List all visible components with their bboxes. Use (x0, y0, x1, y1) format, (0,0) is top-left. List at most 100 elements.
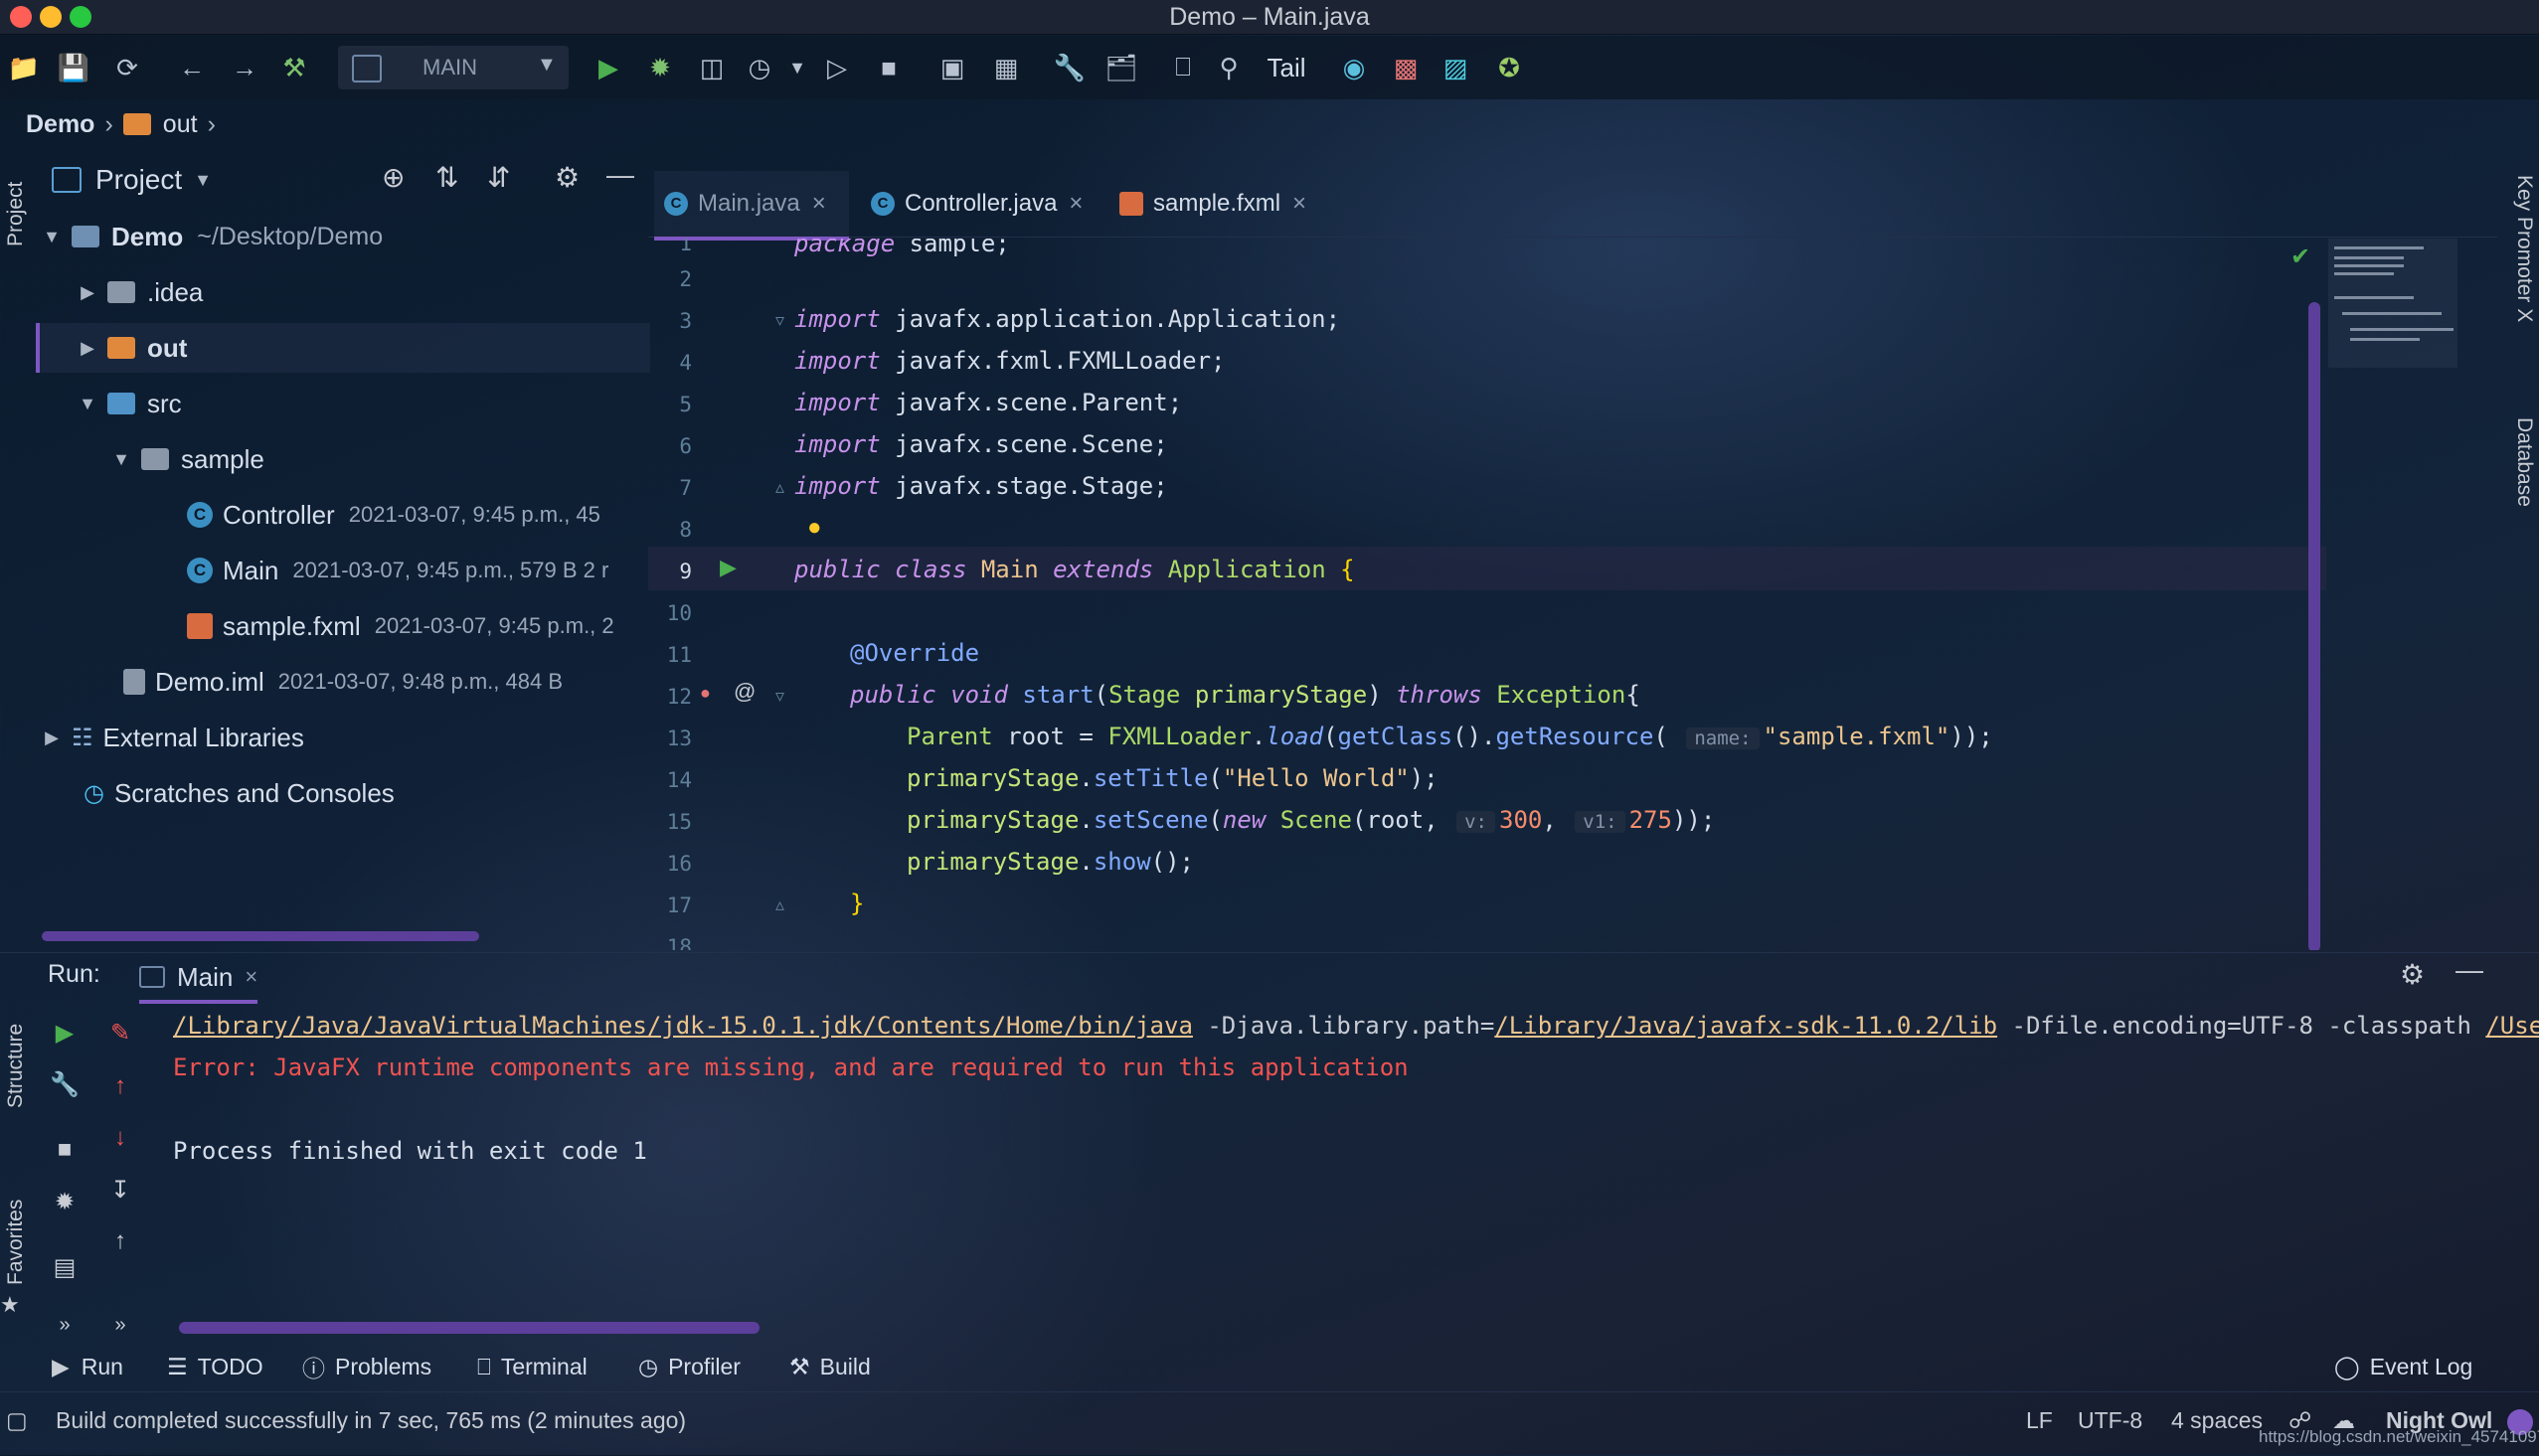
gear-icon[interactable]: ⚙ (2400, 958, 2425, 991)
run-play-outline-icon[interactable]: ▷ (819, 50, 855, 85)
minimap[interactable] (2328, 239, 2457, 368)
puzzle-plugin-icon[interactable]: ✪ (1491, 50, 1527, 85)
bottom-tab-todo[interactable]: ☰TODO (167, 1344, 263, 1389)
tree-item-demo[interactable]: ▼ Demo ~/Desktop/Demo (42, 212, 383, 261)
bottom-tab-run[interactable]: ▶Run (52, 1344, 123, 1389)
close-icon[interactable]: × (812, 190, 826, 218)
locate-file-icon[interactable]: ⊕ (382, 161, 405, 194)
project-tool-tab[interactable]: Project (0, 159, 32, 268)
package-icon[interactable]: ▦ (988, 50, 1024, 85)
close-icon[interactable]: × (245, 964, 257, 990)
scroll-to-end-icon[interactable]: ↧ (103, 1173, 137, 1207)
breadcrumb-folder[interactable]: out (163, 110, 198, 139)
tree-item-demo-iml[interactable]: Demo.iml 2021-03-07, 9:48 p.m., 484 B (111, 657, 563, 707)
rerun-icon[interactable]: ▶ (48, 1016, 82, 1050)
horizontal-scrollbar[interactable] (42, 931, 479, 941)
more-actions-icon[interactable]: » (48, 1308, 82, 1342)
terminal-icon[interactable]: ⎕ (1165, 50, 1201, 85)
override-gutter-icon[interactable]: ● (700, 683, 711, 704)
status-message[interactable]: Build completed successfully in 7 sec, 7… (56, 1401, 686, 1439)
bottom-tab-event-log[interactable]: ◯Event Log (2334, 1344, 2472, 1389)
stop-icon[interactable]: ■ (48, 1133, 82, 1167)
breadcrumb-root[interactable]: Demo (26, 110, 94, 139)
run-icon[interactable]: ▶ (591, 50, 626, 85)
tree-item-main[interactable]: C Main 2021-03-07, 9:45 p.m., 579 B 2 r (179, 546, 608, 595)
expand-all-icon[interactable]: ⇅ (435, 161, 458, 194)
inspection-ok-icon[interactable]: ✔ (2290, 243, 2310, 271)
tree-item-external-libraries[interactable]: ▶ ☷ External Libraries (42, 713, 304, 762)
down-arrow-icon[interactable]: ↓ (103, 1121, 137, 1155)
scroll-up-icon[interactable]: ↑ (103, 1224, 137, 1258)
at-gutter-icon[interactable]: @ (734, 679, 756, 705)
fold-icon[interactable]: ▵ (775, 894, 784, 915)
console-link[interactable]: /User (2485, 1012, 2539, 1040)
tab-sample-fxml[interactable]: sample.fxml × (1119, 171, 1306, 237)
search-icon[interactable]: ⚲ (1211, 50, 1247, 85)
bottom-tab-build[interactable]: ⚒Build (789, 1344, 871, 1389)
console-link[interactable]: /Library/Java/JavaVirtualMachines/jdk-15… (173, 1012, 1193, 1040)
toggle-tool-windows-icon[interactable]: ▢ (6, 1401, 28, 1439)
close-window-button[interactable] (10, 6, 32, 28)
more-run-chevron-icon[interactable]: ▼ (779, 50, 815, 85)
debug-bug-icon[interactable]: ✹ (642, 50, 678, 85)
fold-icon[interactable]: ▿ (775, 686, 784, 707)
back-arrow-icon[interactable]: ← (174, 50, 210, 85)
fold-icon[interactable]: ▿ (775, 310, 784, 331)
tree-item-sample[interactable]: ▼ sample (111, 434, 264, 484)
run-configuration-select[interactable]: MAIN ▼ (338, 46, 569, 89)
minimize-panel-icon[interactable]: — (606, 159, 634, 191)
encoding-widget[interactable]: UTF-8 (2078, 1401, 2142, 1439)
forward-arrow-icon[interactable]: → (227, 50, 262, 85)
minimize-window-button[interactable] (40, 6, 62, 28)
horizontal-scrollbar[interactable] (179, 1322, 760, 1334)
chevron-down-icon[interactable]: ▼ (194, 170, 212, 191)
fold-icon[interactable]: ▵ (775, 477, 784, 498)
tree-item-src[interactable]: ▼ src (78, 379, 182, 428)
line-separator-widget[interactable]: LF (2026, 1401, 2053, 1439)
indent-widget[interactable]: 4 spaces (2171, 1401, 2263, 1439)
code-editor[interactable]: 1 2 3 4 5 6 7 8 9 10 11 12 13 14 15 16 1… (648, 239, 2517, 950)
tree-item-idea[interactable]: ▶ .idea (78, 267, 203, 317)
database-tool-tab[interactable]: Database (2509, 417, 2539, 557)
console-link[interactable]: /Library/Java/javafx-sdk-11.0.2/lib (1494, 1012, 1997, 1040)
close-icon[interactable]: × (1292, 190, 1306, 218)
more-actions-icon[interactable]: » (103, 1308, 137, 1342)
debug-settings-icon[interactable]: ✹ (48, 1185, 82, 1218)
key-promoter-tool-tab[interactable]: Key Promoter X (2509, 175, 2539, 384)
open-folder-icon[interactable]: 📁 (6, 50, 42, 85)
up-arrow-icon[interactable]: ↑ (103, 1069, 137, 1103)
plugin-search-icon[interactable]: ◉ (1336, 50, 1372, 85)
vertical-scrollbar[interactable] (2308, 302, 2320, 950)
zoom-window-button[interactable] (70, 6, 91, 28)
build-hammer-icon[interactable]: ⚒ (276, 50, 312, 85)
gear-icon[interactable]: ⚙ (555, 161, 580, 194)
lightbulb-icon[interactable]: ● (807, 514, 822, 542)
tree-item-scratches[interactable]: ◷ Scratches and Consoles (78, 768, 395, 818)
profile-icon[interactable]: ◷ (742, 50, 777, 85)
run-gutter-icon[interactable]: ▶ (720, 555, 737, 580)
data-icon[interactable]: ▨ (1438, 50, 1473, 85)
stop-icon[interactable]: ■ (871, 50, 907, 85)
tree-item-out[interactable]: ▶ out (78, 323, 187, 373)
project-view-title[interactable]: Project (95, 164, 182, 196)
save-icon[interactable]: 💾 (56, 50, 91, 85)
bottom-tab-profiler[interactable]: ◷Profiler (638, 1344, 741, 1389)
tail-button[interactable]: Tail (1257, 50, 1316, 85)
collapse-all-icon[interactable]: ⇵ (487, 161, 510, 194)
close-icon[interactable]: × (1069, 190, 1083, 218)
tab-controller-java[interactable]: C Controller.java × (863, 171, 1083, 237)
wrench-settings-icon[interactable]: 🔧 (1052, 50, 1088, 85)
device-icon[interactable]: ▣ (934, 50, 970, 85)
sync-icon[interactable]: ⟳ (109, 50, 145, 85)
minimize-panel-icon[interactable]: — (2455, 954, 2483, 986)
coverage-icon[interactable]: ◫ (694, 50, 730, 85)
tree-item-sample-fxml[interactable]: sample.fxml 2021-03-07, 9:45 p.m., 2 (179, 601, 614, 651)
bottom-tab-terminal[interactable]: ⎕Terminal (477, 1344, 588, 1389)
project-structure-icon[interactable]: 🗂 (1103, 50, 1139, 85)
tab-main-java[interactable]: C Main.java × (654, 171, 849, 241)
clear-console-icon[interactable]: ✎ (103, 1016, 137, 1050)
run-tab-main[interactable]: Main × (139, 954, 257, 1004)
bottom-tab-problems[interactable]: ⓘProblems (302, 1344, 431, 1389)
tree-item-controller[interactable]: C Controller 2021-03-07, 9:45 p.m., 45 (179, 490, 600, 540)
wrench-icon[interactable]: 🔧 (48, 1067, 82, 1101)
